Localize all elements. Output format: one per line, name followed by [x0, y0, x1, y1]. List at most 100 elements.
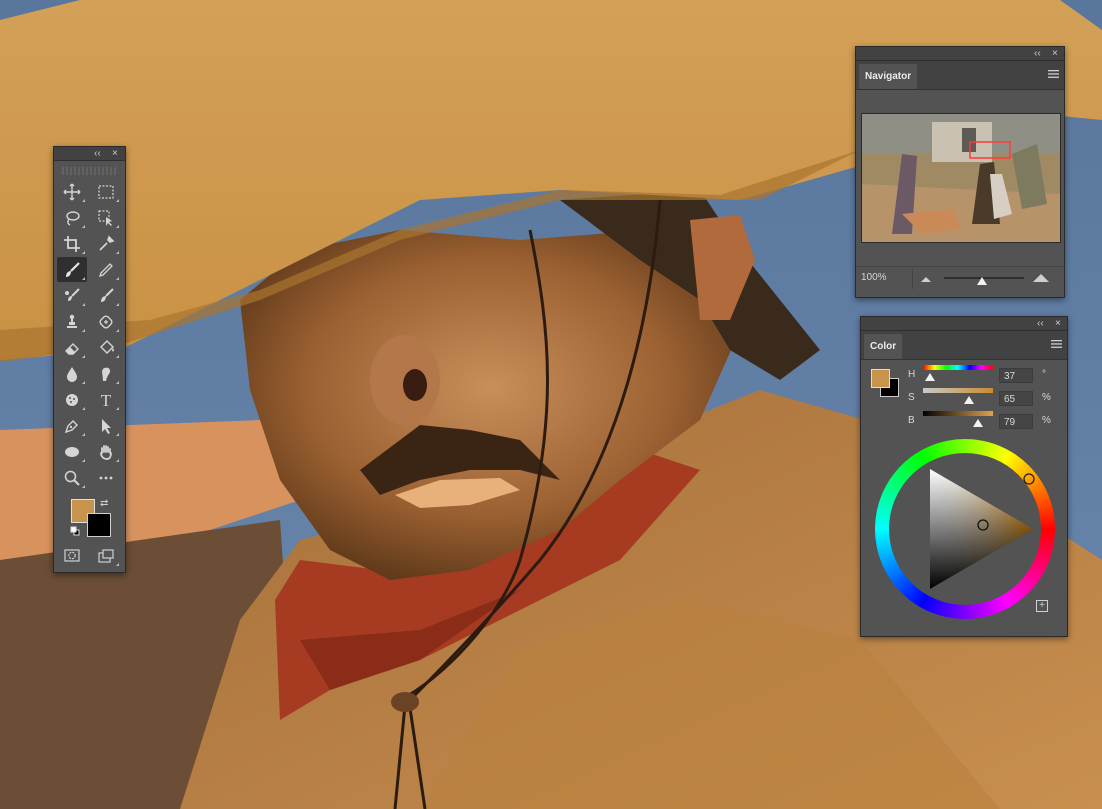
hue-ring-marker[interactable] — [1023, 473, 1035, 485]
spot-healing-tool-button[interactable] — [91, 309, 121, 334]
eyedropper-icon — [98, 235, 114, 251]
submenu-indicator — [81, 329, 85, 332]
submenu-indicator — [115, 251, 119, 254]
background-color-swatch[interactable] — [87, 513, 111, 537]
hue-label: H — [908, 369, 916, 380]
hand-tool-button[interactable] — [91, 439, 121, 464]
submenu-indicator — [81, 251, 85, 254]
zoom-tool-button[interactable] — [57, 465, 87, 490]
brush-icon — [65, 261, 80, 277]
zoom-divider — [912, 269, 913, 289]
rectangular-marquee-tool-button[interactable] — [91, 179, 121, 204]
pen-icon — [64, 419, 78, 433]
tab-color[interactable]: Color — [864, 334, 903, 359]
color-titlebar[interactable]: ‹‹ × — [861, 317, 1067, 331]
clone-stamp-tool-button[interactable] — [57, 309, 87, 334]
submenu-indicator — [81, 199, 85, 202]
close-icon[interactable]: × — [112, 147, 118, 160]
canvas-strap-bead — [391, 692, 419, 712]
saturation-field[interactable]: 65 — [999, 391, 1033, 406]
foreground-color-swatch[interactable] — [871, 369, 890, 388]
navigator-preview-image — [862, 114, 1060, 242]
submenu-indicator — [115, 407, 119, 410]
stamp-icon — [66, 314, 77, 328]
quick-mask-button[interactable] — [57, 543, 87, 568]
smudge-tool-button[interactable] — [91, 361, 121, 386]
brush-tool-button[interactable] — [56, 257, 87, 282]
history-brush-tool-button[interactable] — [91, 283, 121, 308]
saturation-label: S — [908, 392, 915, 403]
saturation-slider-thumb[interactable] — [963, 396, 974, 404]
submenu-indicator — [115, 563, 119, 566]
navigator-titlebar[interactable]: ‹‹ × — [856, 47, 1064, 61]
ellipse-icon — [64, 446, 79, 457]
close-icon[interactable]: × — [1055, 317, 1061, 330]
color-tabrow: Color — [861, 331, 1067, 360]
submenu-indicator — [81, 407, 85, 410]
paint-bucket-tool-button[interactable] — [91, 335, 121, 360]
collapse-icon[interactable]: ‹‹ — [1037, 317, 1044, 330]
brightness-slider-thumb[interactable] — [973, 419, 984, 427]
lasso-tool-button[interactable] — [57, 205, 87, 230]
panel-menu-icon[interactable] — [1048, 69, 1059, 79]
hue-field[interactable]: 37 — [999, 368, 1033, 383]
eyedropper-tool-button[interactable] — [91, 231, 121, 256]
saturation-brightness-triangle[interactable] — [875, 439, 1055, 619]
collapse-icon[interactable]: ‹‹ — [94, 147, 101, 160]
brightness-slider[interactable] — [923, 411, 993, 416]
screen-mode-button[interactable] — [91, 543, 121, 568]
saturation-slider[interactable] — [923, 388, 993, 393]
hand-icon — [99, 444, 112, 460]
brightness-unit: % — [1042, 415, 1051, 426]
arrow-icon — [101, 418, 111, 434]
hue-slider[interactable] — [923, 365, 993, 370]
swap-colors-icon[interactable]: ⇄ — [100, 498, 108, 509]
tab-navigator[interactable]: Navigator — [859, 64, 918, 89]
panel-grip[interactable] — [62, 167, 117, 175]
close-icon[interactable]: × — [1052, 47, 1058, 60]
saturation-unit: % — [1042, 392, 1051, 403]
eraser-tool-button[interactable] — [57, 335, 87, 360]
type-tool-button[interactable]: T — [91, 387, 121, 412]
zoom-in-icon[interactable] — [1032, 273, 1050, 283]
history-brush-icon — [100, 287, 114, 302]
submenu-indicator — [81, 303, 85, 306]
move-tool-button[interactable] — [57, 179, 87, 204]
color-wheel[interactable] — [875, 439, 1055, 619]
color-panel: ‹‹ × Color H 37 ° S 65 % B 79 % + — [860, 316, 1068, 637]
crop-tool-button[interactable] — [57, 231, 87, 256]
type-icon: T — [100, 391, 111, 409]
healing-icon — [98, 314, 113, 329]
default-colors-icon[interactable] — [70, 526, 80, 536]
mode-row — [54, 543, 125, 569]
submenu-indicator — [115, 329, 119, 332]
drop-icon — [66, 366, 77, 382]
hue-slider-thumb[interactable] — [925, 373, 936, 381]
blur-tool-button[interactable] — [57, 361, 87, 386]
pen-tool-button[interactable] — [57, 413, 87, 438]
ellipse-tool-button[interactable] — [57, 439, 87, 464]
tools-panel-titlebar[interactable]: ‹‹ × — [54, 147, 125, 161]
pencil-tool-button[interactable] — [91, 257, 121, 282]
mixer-brush-icon — [64, 287, 80, 301]
submenu-indicator — [115, 277, 119, 280]
panel-menu-icon[interactable] — [1051, 339, 1062, 349]
zoom-out-icon[interactable] — [920, 275, 932, 283]
zoom-slider-thumb[interactable] — [976, 277, 987, 285]
navigator-panel: ‹‹ × Navigator 100% — [855, 46, 1065, 298]
submenu-indicator — [81, 355, 85, 358]
more-tools-button[interactable] — [91, 465, 121, 490]
navigator-thumbnail[interactable] — [861, 113, 1061, 243]
path-selection-tool-button[interactable] — [91, 413, 121, 438]
sponge-tool-button[interactable] — [57, 387, 87, 412]
collapse-icon[interactable]: ‹‹ — [1034, 47, 1041, 60]
zoom-field[interactable]: 100% — [861, 272, 887, 283]
brightness-field[interactable]: 79 — [999, 414, 1033, 429]
submenu-indicator — [115, 199, 119, 202]
mixer-brush-tool-button[interactable] — [57, 283, 87, 308]
color-panel-swatches — [871, 369, 901, 399]
add-swatch-button[interactable]: + — [1036, 600, 1048, 612]
marquee-icon — [97, 184, 114, 199]
object-selection-tool-button[interactable] — [91, 205, 121, 230]
canvas-nostril — [403, 369, 427, 401]
